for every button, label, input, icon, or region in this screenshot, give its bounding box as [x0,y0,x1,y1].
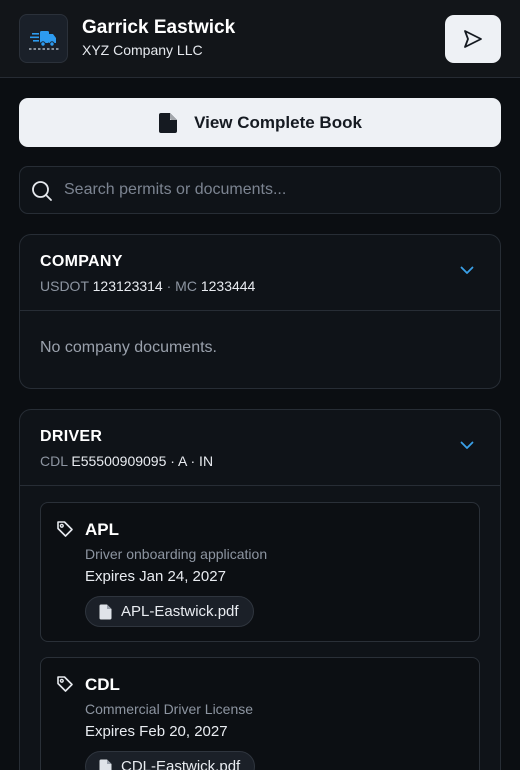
document-card[interactable]: CDL Commercial Driver License Expires Fe… [40,657,480,770]
search-bar[interactable] [19,166,501,214]
search-input[interactable] [64,167,484,213]
view-complete-book-button[interactable]: View Complete Book [19,98,501,147]
file-name: APL-Eastwick.pdf [121,603,239,620]
document-expiry: Expires Jan 24, 2027 [85,568,226,585]
document-expiry: Expires Feb 20, 2027 [85,723,228,740]
document-icon [159,112,178,133]
company-section-title: COMPANY [40,253,123,270]
tag-icon [57,521,73,537]
search-icon [32,181,52,201]
chevron-down-icon[interactable] [460,441,474,450]
tag-icon [57,676,73,692]
file-attachment-chip[interactable]: CDL-Eastwick.pdf [85,751,256,770]
send-icon [464,30,482,48]
chevron-down-icon[interactable] [460,266,474,275]
mc-value: 1233444 [200,278,256,294]
company-identifiers: USDOT 123123314 · MC 1233444 [40,278,255,294]
document-card[interactable]: APL Driver onboarding application Expire… [40,502,480,642]
file-icon [99,759,112,770]
file-attachment-chip[interactable]: APL-Eastwick.pdf [85,596,254,627]
separator: · [166,278,172,294]
driver-section-header[interactable]: DRIVER CDL E55500909095 · A · IN [20,410,500,486]
document-description: Commercial Driver License [85,701,254,717]
document-description: Driver onboarding application [85,546,268,562]
view-complete-book-label: View Complete Book [194,112,362,132]
cdl-value: E55500909095 · A · IN [71,453,214,469]
send-button[interactable] [445,15,501,63]
truck-icon [19,14,68,63]
file-icon [99,604,112,619]
driver-section-title: DRIVER [40,428,103,445]
document-title: APL [85,520,119,539]
empty-state-text: No company documents. [40,339,217,356]
company-name: XYZ Company LLC [82,42,203,58]
file-name: CDL-Eastwick.pdf [121,758,241,770]
company-section: COMPANY USDOT 123123314 · MC 1233444 No … [19,234,501,389]
user-name: Garrick Eastwick [82,17,236,38]
app-header: Garrick Eastwick XYZ Company LLC [0,0,520,78]
driver-section: DRIVER CDL E55500909095 · A · IN APL Dri… [19,409,501,770]
usdot-label: USDOT [40,278,89,294]
mc-label: MC [175,278,197,294]
document-title: CDL [85,675,120,694]
cdl-label: CDL [40,453,68,469]
company-section-header[interactable]: COMPANY USDOT 123123314 · MC 1233444 [20,235,500,311]
usdot-value: 123123314 [92,278,163,294]
driver-identifiers: CDL E55500909095 · A · IN [40,453,213,469]
